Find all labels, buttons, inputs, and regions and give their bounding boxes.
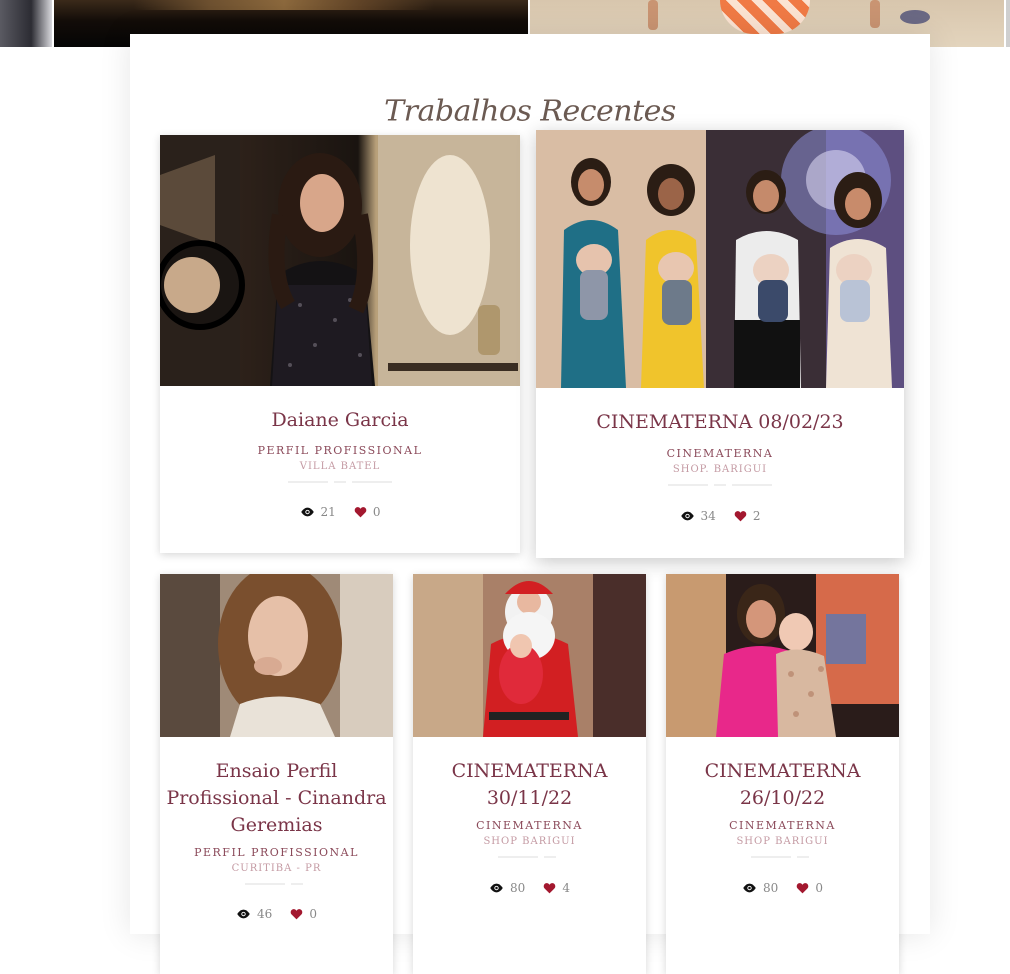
card-title[interactable]: CINEMATERNA 08/02/23: [536, 409, 904, 436]
eye-icon: [490, 883, 503, 893]
divider: [497, 856, 562, 858]
card-photo[interactable]: [666, 574, 899, 737]
card-location: SHOP. BARIGUI: [672, 464, 768, 475]
views-count: 80: [763, 881, 779, 895]
work-card[interactable]: CINEMATERNA 30/11/22 CINEMATERNA SHOP BA…: [413, 574, 646, 974]
heart-icon[interactable]: [796, 882, 809, 894]
likes-stat[interactable]: 2: [734, 509, 761, 523]
views-stat: 80: [489, 881, 525, 895]
card-category[interactable]: CINEMATERNA: [413, 819, 646, 832]
work-card[interactable]: Ensaio Perfil Profissional - Cinandra Ge…: [160, 574, 393, 974]
eye-icon: [237, 909, 250, 919]
eye-icon: [680, 511, 694, 521]
card-title[interactable]: Daiane Garcia: [160, 407, 520, 434]
strip-photo-4[interactable]: [1006, 0, 1010, 47]
divider: [244, 883, 309, 885]
work-card[interactable]: CINEMATERNA 26/10/22 CINEMATERNA SHOP BA…: [666, 574, 899, 974]
card-category[interactable]: CINEMATERNA: [536, 447, 904, 460]
views-count: 34: [700, 509, 716, 523]
card-location: VILLA BATEL: [299, 461, 381, 472]
likes-stat[interactable]: 4: [543, 881, 570, 895]
eye-icon: [743, 883, 756, 893]
likes-stat[interactable]: 0: [796, 881, 823, 895]
card-location: CURITIBA - PR: [231, 863, 322, 874]
card-location: SHOP BARIGUI: [736, 836, 829, 847]
card-title[interactable]: Ensaio Perfil Profissional - Cinandra Ge…: [160, 758, 393, 839]
views-count: 80: [510, 881, 526, 895]
strip-photo-1[interactable]: [0, 0, 52, 47]
card-location: SHOP BARIGUI: [483, 836, 576, 847]
likes-count: 0: [815, 881, 823, 895]
heart-icon[interactable]: [290, 908, 303, 920]
card-category[interactable]: CINEMATERNA: [666, 819, 899, 832]
card-stats: 80 4: [413, 881, 646, 895]
work-card[interactable]: CINEMATERNA 08/02/23 CINEMATERNA SHOP. B…: [536, 130, 904, 558]
views-count: 21: [320, 505, 336, 519]
divider: [288, 481, 392, 483]
divider: [750, 856, 815, 858]
likes-stat[interactable]: 0: [354, 505, 381, 519]
work-card[interactable]: Daiane Garcia PERFIL PROFISSIONAL VILLA …: [160, 135, 520, 553]
likes-count: 4: [562, 881, 570, 895]
card-photo[interactable]: [536, 130, 904, 388]
card-photo[interactable]: [160, 574, 393, 737]
card-category[interactable]: PERFIL PROFISSIONAL: [160, 444, 520, 457]
heart-icon[interactable]: [734, 510, 747, 522]
recent-works-panel: Trabalhos Recentes Daiane Garcia PERFIL …: [130, 34, 930, 974]
eye-icon: [300, 507, 314, 517]
card-stats: 80 0: [666, 881, 899, 895]
heart-icon[interactable]: [543, 882, 556, 894]
card-category[interactable]: PERFIL PROFISSIONAL: [160, 846, 393, 859]
views-stat: 80: [742, 881, 778, 895]
card-stats: 21 0: [160, 505, 520, 519]
section-title: Trabalhos Recentes: [384, 94, 676, 129]
views-stat: 34: [680, 509, 716, 523]
heart-icon[interactable]: [354, 506, 367, 518]
views-stat: 21: [300, 505, 336, 519]
card-stats: 34 2: [536, 509, 904, 523]
card-title[interactable]: CINEMATERNA 30/11/22: [413, 758, 646, 812]
card-photo[interactable]: [160, 135, 520, 386]
divider: [668, 484, 772, 486]
likes-count: 2: [752, 509, 761, 523]
card-title[interactable]: CINEMATERNA 26/10/22: [666, 758, 899, 812]
card-photo[interactable]: [413, 574, 646, 737]
likes-count: 0: [372, 505, 381, 519]
